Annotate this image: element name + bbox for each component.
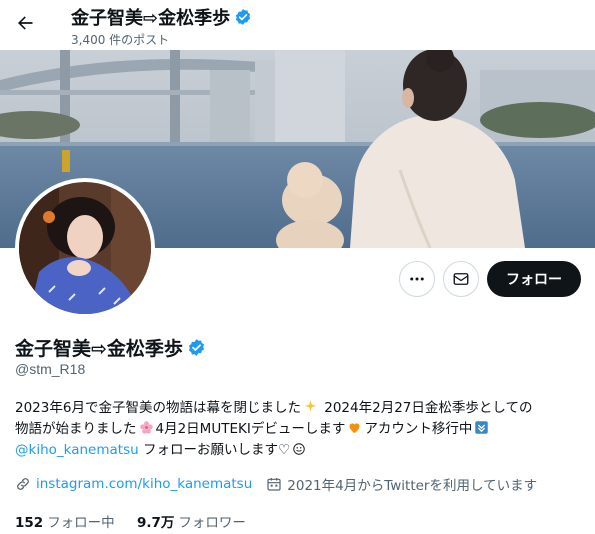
following-stat[interactable]: 152 フォロー中 xyxy=(15,511,115,531)
bio-text: アカウント移行中 xyxy=(364,421,473,437)
bio-line-2: 物語が始まりました 4月2日MUTEKIデビューします アカウント移行中 xyxy=(15,419,585,440)
sparkles-icon xyxy=(304,400,317,412)
down-arrow-box-icon xyxy=(475,421,489,434)
profile-meta: instagram.com/kiho_kanematsu 2021年4月からTw… xyxy=(15,474,551,494)
followers-count: 9.7万 xyxy=(136,515,175,531)
message-button[interactable] xyxy=(443,261,479,297)
bio-text: 2023年6月で金子智美の物語は幕を閉じました xyxy=(15,400,301,416)
profile-name: 金子智美⇨金松季歩 xyxy=(15,338,183,360)
follow-button[interactable]: フォロー xyxy=(487,261,581,297)
profile-bio: 2023年6月で金子智美の物語は幕を閉じました 2024年2月27日金松季歩とし… xyxy=(15,398,585,461)
bio-line-3: @kiho_kanematsu フォローお願いします♡ xyxy=(15,440,585,461)
website-link[interactable]: instagram.com/kiho_kanematsu xyxy=(36,476,252,492)
verified-icon xyxy=(235,9,251,25)
mail-icon xyxy=(453,273,469,285)
cherry-blossom-icon xyxy=(139,421,153,434)
bio-text: フォローお願いします♡ xyxy=(138,442,291,458)
bio-text: 4月2日MUTEKIデビューします xyxy=(155,421,346,437)
bio-text: 2024年2月27日金松季歩としての xyxy=(319,400,533,416)
joined-item: 2021年4月からTwitterを利用しています xyxy=(266,474,537,494)
following-label: フォロー中 xyxy=(47,515,115,531)
bio-text: 物語が始まりました xyxy=(15,421,137,437)
smiley-icon xyxy=(293,443,305,455)
header-title: 金子智美⇨金松季歩 xyxy=(71,8,231,29)
bio-line-1: 2023年6月で金子智美の物語は幕を閉じました 2024年2月27日金松季歩とし… xyxy=(15,398,585,419)
back-arrow-icon xyxy=(18,16,33,30)
profile-name-row: 金子智美⇨金松季歩 xyxy=(15,334,206,361)
post-count: 3,400 件のポスト xyxy=(71,33,170,47)
verified-icon xyxy=(188,339,204,356)
followers-stat[interactable]: 9.7万 フォロワー xyxy=(137,511,246,531)
header-title-row: 金子智美⇨金松季歩 xyxy=(71,4,252,30)
follow-stats: 152 フォロー中 9.7万 フォロワー xyxy=(15,511,264,531)
followers-label: フォロワー xyxy=(178,515,246,531)
avatar-frame xyxy=(15,178,155,318)
profile-header: 金子智美⇨金松季歩 3,400 件のポスト xyxy=(0,0,595,50)
back-button[interactable] xyxy=(8,6,42,40)
website-item: instagram.com/kiho_kanematsu xyxy=(15,476,252,492)
more-button[interactable] xyxy=(399,261,435,297)
mention-link[interactable]: @kiho_kanematsu xyxy=(15,442,139,458)
joined-date: 2021年4月からTwitterを利用しています xyxy=(287,478,538,494)
orange-heart-icon xyxy=(349,423,360,434)
profile-handle: @stm_R18 xyxy=(15,361,86,377)
calendar-icon xyxy=(267,478,281,491)
more-icon xyxy=(410,277,424,281)
avatar[interactable] xyxy=(19,182,151,314)
link-icon xyxy=(17,478,29,490)
following-count: 152 xyxy=(15,515,44,531)
